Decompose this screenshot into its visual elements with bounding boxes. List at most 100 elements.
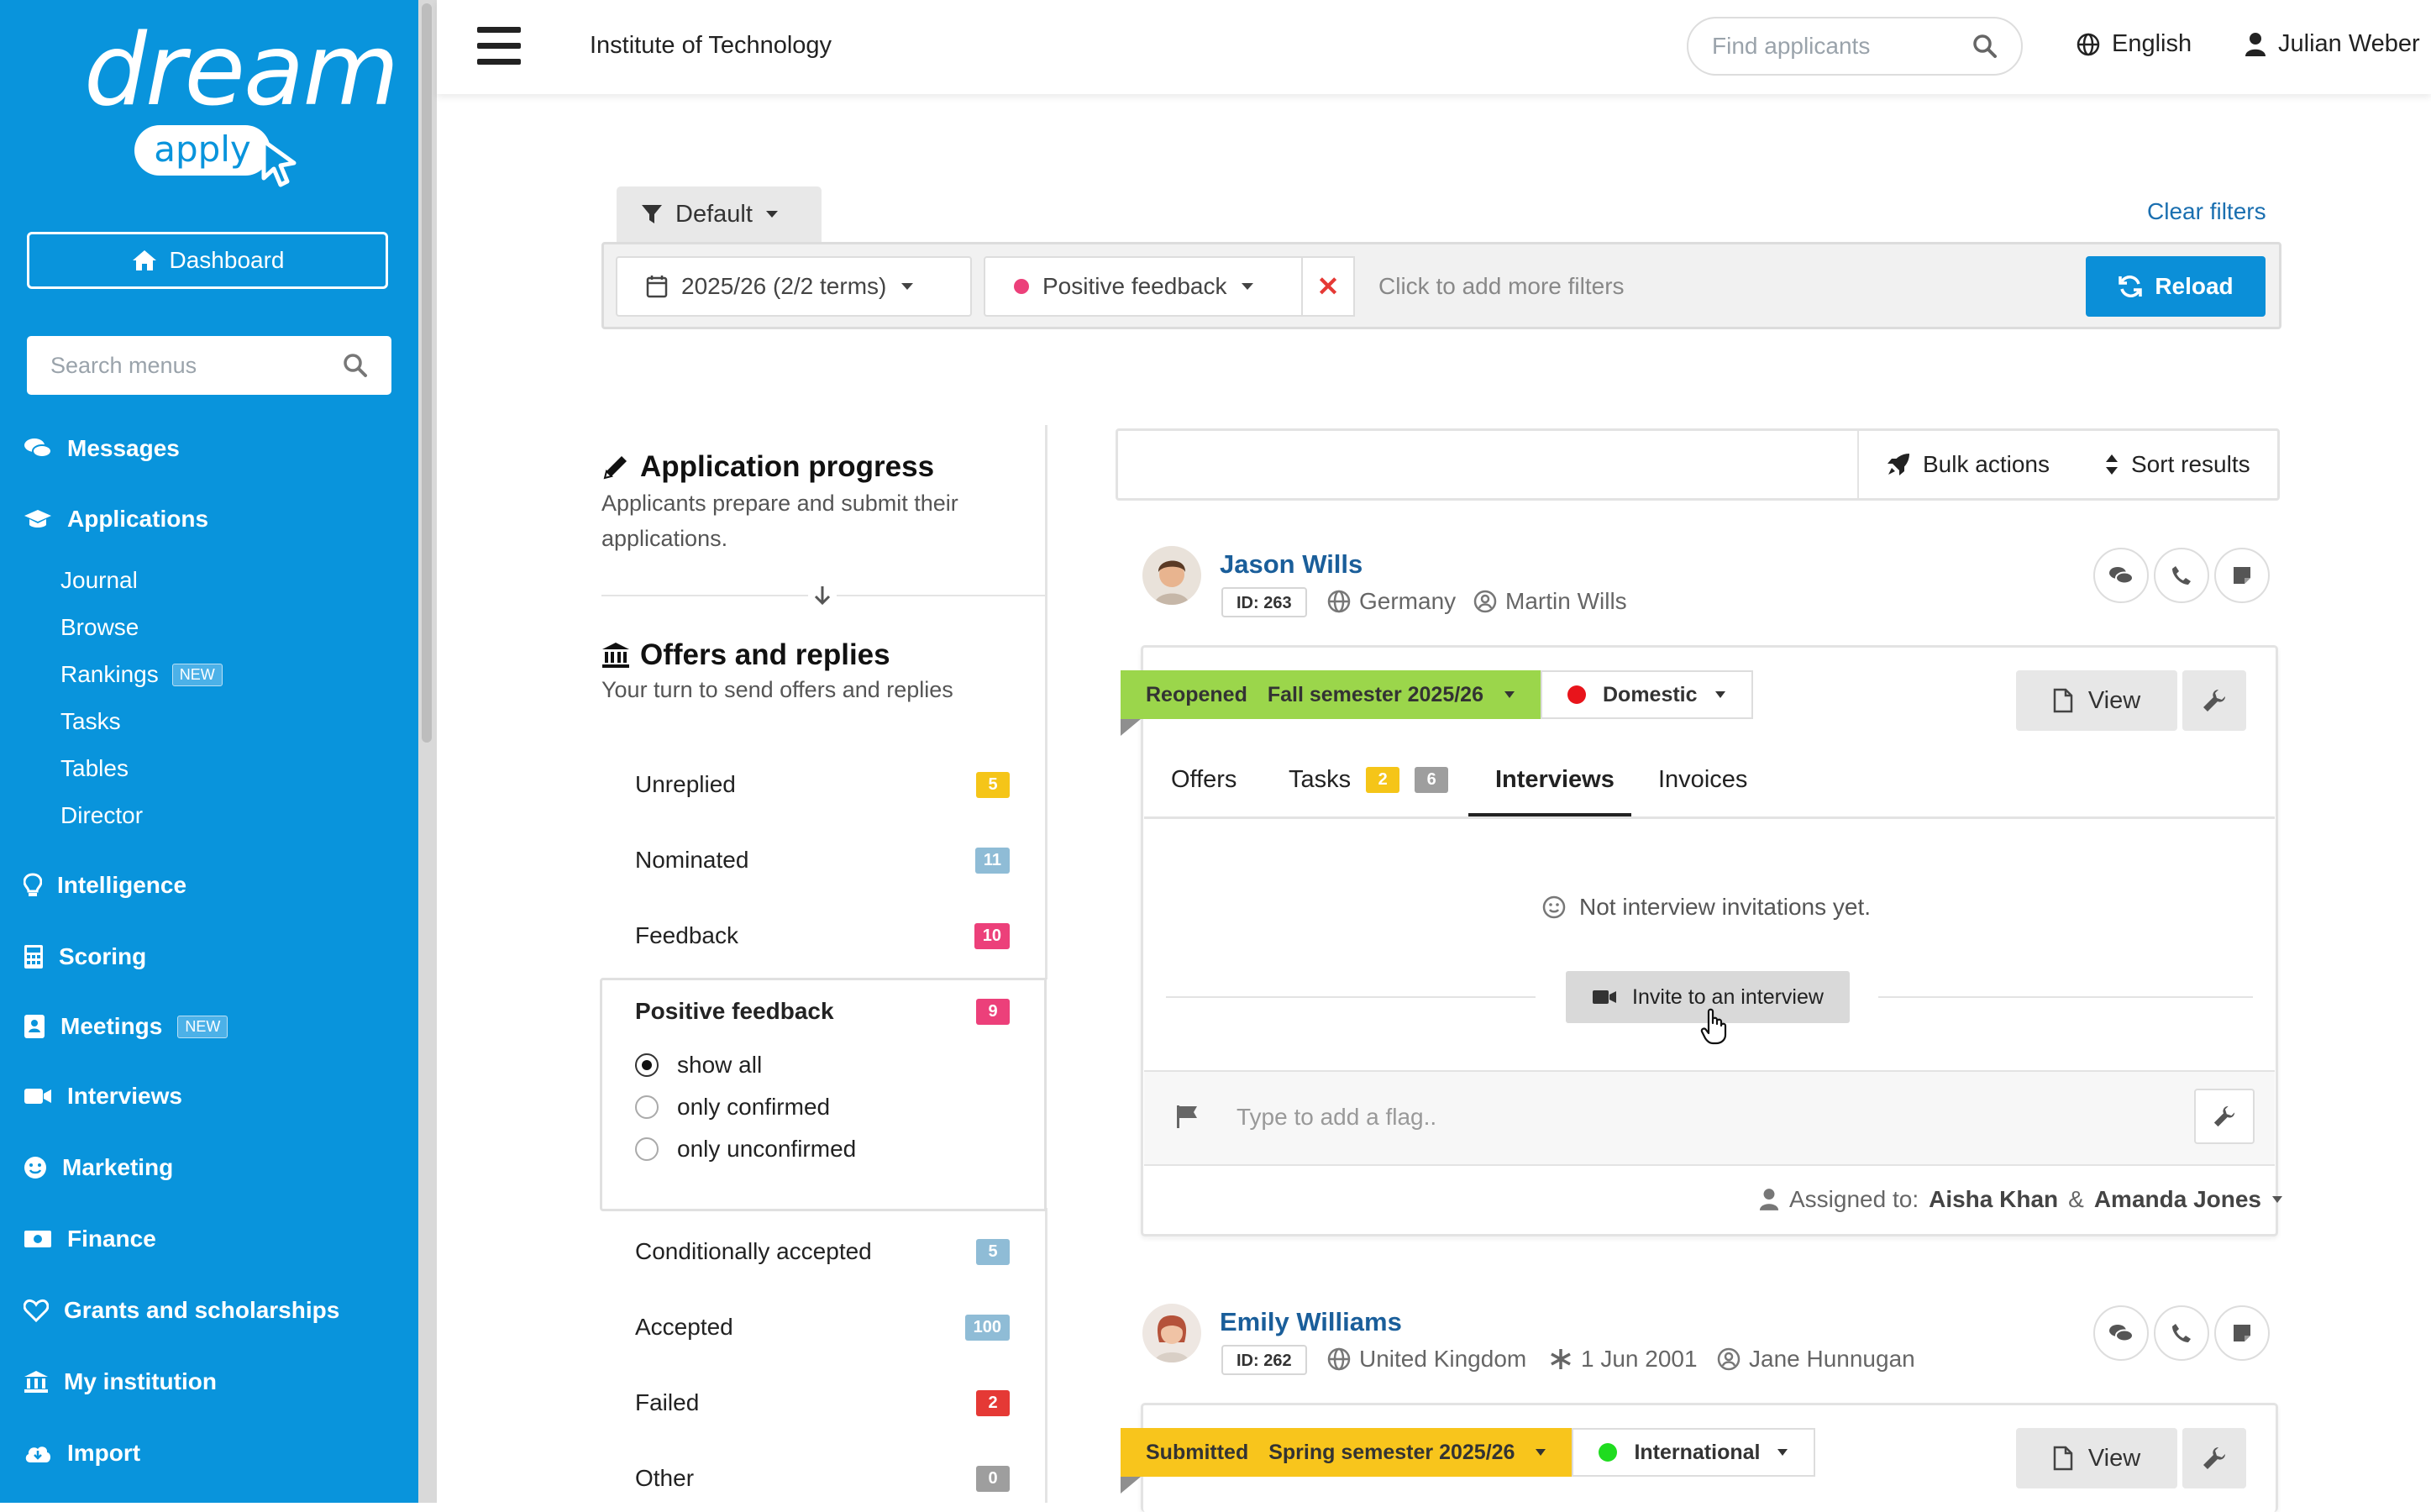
scrollbar-thumb[interactable] — [422, 3, 432, 743]
globe-icon — [2077, 33, 2100, 55]
clear-filters-link[interactable]: Clear filters — [2147, 198, 2266, 225]
status-badge[interactable]: Submitted Spring semester 2025/26 — [1121, 1428, 1573, 1477]
invite-interview-label: Invite to an interview — [1632, 984, 1824, 1009]
search-icon[interactable] — [1972, 34, 1998, 59]
category-nominated[interactable]: Nominated 11 — [635, 847, 1010, 874]
reload-button[interactable]: Reload — [2086, 256, 2266, 317]
applicant-contact-label: Jane Hunnugan — [1749, 1346, 1915, 1372]
nav-meetings[interactable]: Meetings NEW — [24, 1013, 228, 1040]
radio-show-all[interactable]: show all — [635, 1052, 762, 1079]
category-failed[interactable]: Failed 2 — [635, 1389, 1010, 1416]
applicant-contact-label: Martin Wills — [1505, 588, 1627, 614]
sidebar-scrollbar[interactable] — [418, 0, 437, 1503]
count-badge: 9 — [976, 998, 1010, 1025]
filter-preset-dropdown[interactable]: Default — [617, 186, 822, 242]
globe-icon — [1327, 1347, 1351, 1371]
refresh-icon — [2119, 276, 2143, 297]
tab-interviews[interactable]: Interviews — [1495, 766, 1615, 794]
assigned-to[interactable]: Assigned to: Aisha Khan & Amanda Jones — [1759, 1186, 2283, 1213]
tools-button[interactable] — [2182, 670, 2246, 731]
feedback-filter[interactable]: Positive feedback — [984, 256, 1305, 317]
contact-card-icon — [24, 1015, 45, 1038]
dreamapply-logo[interactable]: dream apply — [84, 12, 399, 188]
tab-invoices-label: Invoices — [1658, 766, 1748, 793]
call-button[interactable] — [2154, 1305, 2209, 1361]
hamburger-menu-icon[interactable] — [477, 27, 521, 66]
assignee-name: Aisha Khan — [1929, 1186, 2059, 1212]
tab-tasks[interactable]: Tasks 2 6 — [1289, 766, 1449, 794]
remove-filter-icon[interactable]: ✕ — [1301, 256, 1355, 317]
note-button[interactable] — [2214, 548, 2270, 603]
term-filter[interactable]: 2025/26 (2/2 terms) — [616, 256, 972, 317]
applicant-name-link[interactable]: Emily Williams — [1220, 1307, 1402, 1337]
nav-intelligence[interactable]: Intelligence — [24, 872, 186, 899]
caret-down-icon — [2272, 1196, 2282, 1203]
applicant-type-dropdown[interactable]: International — [1572, 1428, 1816, 1477]
tab-invoices[interactable]: Invoices — [1658, 766, 1747, 794]
status-badge[interactable]: Reopened Fall semester 2025/26 — [1121, 670, 1541, 719]
nav-my-institution[interactable]: My institution — [24, 1368, 217, 1395]
applicant-name-link[interactable]: Jason Wills — [1220, 549, 1363, 580]
bulk-actions-button[interactable]: Bulk actions — [1886, 451, 2050, 478]
message-button[interactable] — [2093, 548, 2149, 603]
find-applicants-input[interactable]: Find applicants — [1687, 17, 2023, 76]
flag-tools-button[interactable] — [2194, 1089, 2255, 1144]
radio-only-confirmed[interactable]: only confirmed — [635, 1094, 830, 1121]
nav-finance[interactable]: Finance — [24, 1226, 156, 1252]
tools-button[interactable] — [2182, 1428, 2246, 1488]
note-button[interactable] — [2214, 1305, 2270, 1361]
applicant-avatar[interactable] — [1142, 1304, 1201, 1362]
nav-scoring[interactable]: Scoring — [24, 943, 146, 970]
nav-browse[interactable]: Browse — [60, 614, 139, 641]
nav-rankings[interactable]: Rankings NEW — [60, 661, 223, 688]
category-positive-feedback[interactable]: Positive feedback 9 — [635, 998, 1010, 1025]
category-feedback[interactable]: Feedback 10 — [635, 922, 1010, 949]
nav-import[interactable]: Import — [24, 1440, 140, 1467]
user-menu[interactable]: Julian Weber — [2245, 30, 2420, 58]
category-label: Failed — [635, 1389, 700, 1415]
message-button[interactable] — [2093, 1305, 2149, 1361]
nav-director-label: Director — [60, 802, 144, 828]
search-icon[interactable] — [343, 353, 368, 378]
sort-results-button[interactable]: Sort results — [2104, 451, 2250, 478]
nav-rankings-label: Rankings — [60, 661, 159, 687]
call-button[interactable] — [2154, 548, 2209, 603]
bulk-actions-label: Bulk actions — [1923, 451, 2050, 477]
view-application-button[interactable]: View — [2016, 1428, 2177, 1488]
nav-journal-label: Journal — [60, 567, 138, 593]
category-unreplied[interactable]: Unreplied 5 — [635, 771, 1010, 798]
nav-grants[interactable]: Grants and scholarships — [24, 1297, 339, 1324]
tab-offers[interactable]: Offers — [1171, 766, 1237, 794]
nav-journal[interactable]: Journal — [60, 567, 138, 594]
applicant-avatar[interactable] — [1142, 546, 1201, 605]
tab-interviews-label: Interviews — [1495, 766, 1615, 793]
category-other[interactable]: Other 0 — [635, 1465, 1010, 1492]
radio-only-unconfirmed[interactable]: only unconfirmed — [635, 1136, 856, 1163]
dashboard-button[interactable]: Dashboard — [27, 232, 388, 289]
applicant-type-dropdown[interactable]: Domestic — [1541, 670, 1753, 719]
nav-messages[interactable]: Messages — [24, 435, 180, 462]
sort-results-label: Sort results — [2131, 451, 2250, 477]
nav-applications[interactable]: Applications — [24, 506, 208, 533]
applicant-contact: Jane Hunnugan — [1717, 1346, 1915, 1373]
file-icon — [2053, 688, 2073, 713]
new-badge: NEW — [171, 663, 223, 686]
asterisk-icon — [1551, 1349, 1571, 1369]
language-selector[interactable]: English — [2077, 30, 2192, 58]
category-conditionally-accepted[interactable]: Conditionally accepted 5 — [635, 1238, 1010, 1265]
menu-search-input[interactable]: Search menus — [27, 336, 391, 395]
nav-director[interactable]: Director — [60, 802, 143, 829]
hand-pointer-icon — [1700, 1008, 1727, 1045]
institution-icon — [602, 643, 629, 668]
view-application-button[interactable]: View — [2016, 670, 2177, 731]
nav-tables[interactable]: Tables — [60, 755, 129, 782]
nav-interviews[interactable]: Interviews — [24, 1083, 182, 1110]
category-accepted[interactable]: Accepted 100 — [635, 1314, 1010, 1341]
flag-input[interactable]: Type to add a flag.. — [1237, 1104, 1436, 1131]
results-toolbar: Bulk actions Sort results — [1116, 428, 2280, 501]
add-filters-placeholder[interactable]: Click to add more filters — [1378, 273, 1625, 300]
no-interviews-message: Not interview invitations yet. — [1542, 894, 1871, 921]
nav-marketing[interactable]: Marketing — [24, 1154, 173, 1181]
nav-finance-label: Finance — [67, 1226, 156, 1252]
nav-tasks[interactable]: Tasks — [60, 708, 121, 735]
